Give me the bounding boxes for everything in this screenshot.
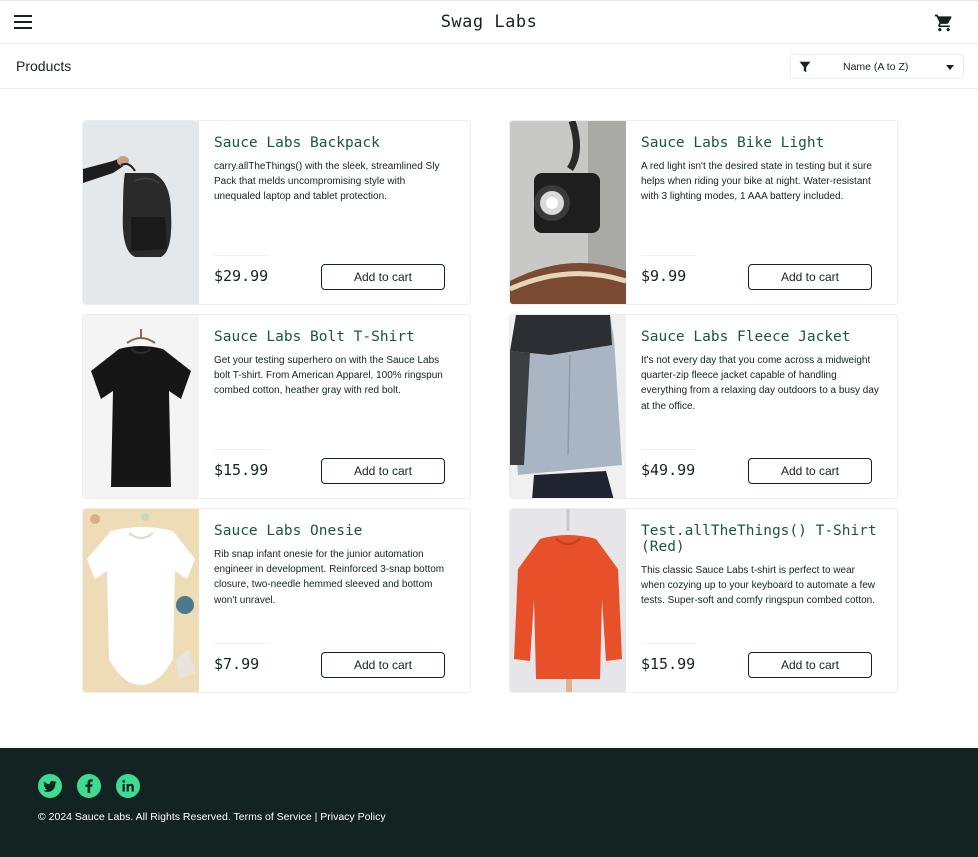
sort-selected-value: Name (A to Z) bbox=[843, 61, 909, 73]
inventory-item: Sauce Labs Bolt T-Shirt Get your testing… bbox=[82, 314, 471, 499]
app-logo: Swag Labs bbox=[440, 12, 538, 32]
add-to-cart-button[interactable]: Add to cart bbox=[748, 264, 872, 290]
twitter-icon[interactable] bbox=[38, 774, 62, 798]
linkedin-icon[interactable] bbox=[116, 774, 140, 798]
product-price: $15.99 bbox=[214, 461, 269, 479]
product-price: $15.99 bbox=[641, 655, 696, 673]
product-description: It's not every day that you come across … bbox=[641, 355, 879, 412]
facebook-icon[interactable] bbox=[77, 774, 101, 798]
price-divider bbox=[214, 449, 270, 450]
inventory-item: Sauce Labs Fleece Jacket It's not every … bbox=[509, 314, 898, 499]
page-title: Products bbox=[16, 58, 72, 74]
inventory-item: Test.allTheThings() T-Shirt (Red) This c… bbox=[509, 508, 898, 693]
product-image-red-tshirt[interactable] bbox=[510, 509, 626, 692]
product-description: A red light isn't the desired state in t… bbox=[641, 161, 872, 203]
footer: © 2024 Sauce Labs. All Rights Reserved. … bbox=[0, 748, 978, 857]
add-to-cart-button[interactable]: Add to cart bbox=[321, 458, 445, 484]
product-image-onesie[interactable] bbox=[83, 509, 199, 692]
add-to-cart-button[interactable]: Add to cart bbox=[748, 458, 872, 484]
product-price: $29.99 bbox=[214, 267, 269, 285]
product-name-link[interactable]: Sauce Labs Backpack bbox=[214, 135, 459, 151]
product-price: $9.99 bbox=[641, 267, 687, 285]
price-divider bbox=[214, 255, 270, 256]
product-description: Get your testing superhero on with the S… bbox=[214, 355, 443, 397]
product-image-fleece-jacket[interactable] bbox=[510, 315, 626, 498]
product-description: carry.allTheThings() with the sleek, str… bbox=[214, 161, 440, 203]
product-price: $49.99 bbox=[641, 461, 696, 479]
add-to-cart-button[interactable]: Add to cart bbox=[321, 264, 445, 290]
primary-header: Swag Labs bbox=[0, 0, 978, 44]
product-name-link[interactable]: Sauce Labs Fleece Jacket bbox=[641, 329, 886, 345]
product-description: Rib snap infant onesie for the junior au… bbox=[214, 549, 445, 606]
price-divider bbox=[641, 255, 697, 256]
inventory-item: Sauce Labs Bike Light A red light isn't … bbox=[509, 120, 898, 305]
price-divider bbox=[641, 449, 697, 450]
product-image-backpack[interactable] bbox=[83, 121, 199, 304]
product-image-bike-light[interactable] bbox=[510, 121, 626, 304]
product-name-link[interactable]: Sauce Labs Onesie bbox=[214, 523, 459, 539]
product-name-link[interactable]: Sauce Labs Bolt T-Shirt bbox=[214, 329, 459, 345]
sort-dropdown[interactable]: Name (A to Z) bbox=[790, 54, 964, 79]
product-name-link[interactable]: Test.allTheThings() T-Shirt (Red) bbox=[641, 523, 886, 555]
add-to-cart-button[interactable]: Add to cart bbox=[748, 652, 872, 678]
inventory-item: Sauce Labs Backpack carry.allTheThings()… bbox=[82, 120, 471, 305]
price-divider bbox=[641, 643, 697, 644]
product-image-bolt-tshirt[interactable] bbox=[83, 315, 199, 498]
footer-copyright: © 2024 Sauce Labs. All Rights Reserved. … bbox=[38, 811, 386, 823]
shopping-cart-icon[interactable] bbox=[934, 13, 954, 33]
product-name-link[interactable]: Sauce Labs Bike Light bbox=[641, 135, 886, 151]
chevron-down-icon bbox=[946, 65, 954, 70]
price-divider bbox=[214, 643, 270, 644]
product-description: This classic Sauce Labs t-shirt is perfe… bbox=[641, 565, 876, 607]
product-price: $7.99 bbox=[214, 655, 260, 673]
inventory-item: Sauce Labs Onesie Rib snap infant onesie… bbox=[82, 508, 471, 693]
add-to-cart-button[interactable]: Add to cart bbox=[321, 652, 445, 678]
filter-icon bbox=[799, 61, 811, 73]
